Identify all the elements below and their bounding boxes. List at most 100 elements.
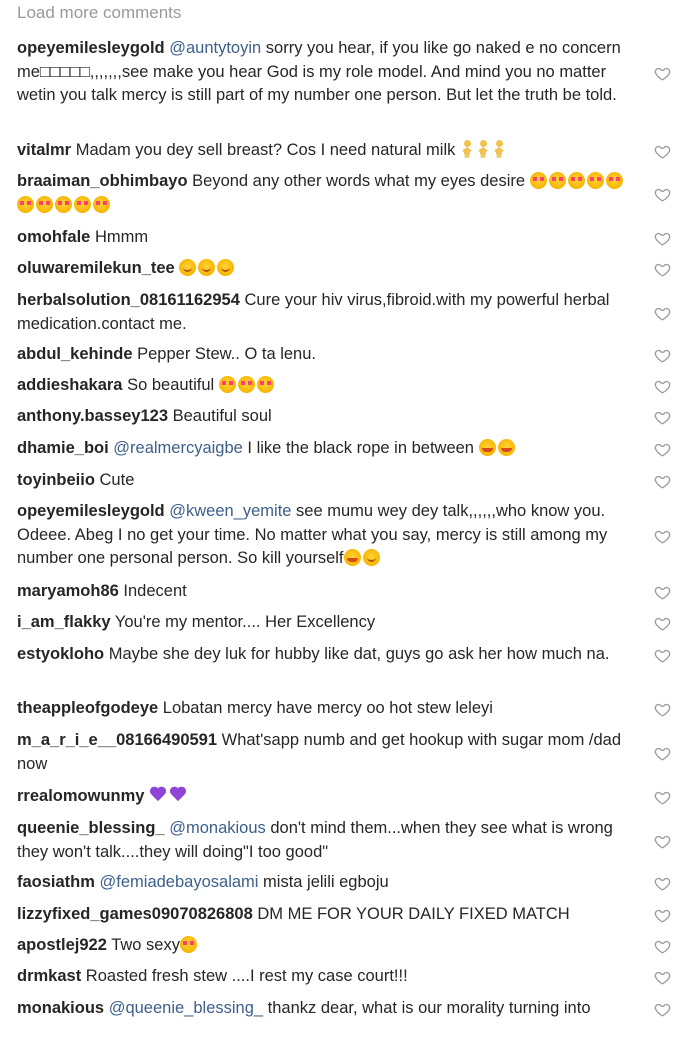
- comment-row: anthony.bassey123 Beautiful soul: [17, 405, 635, 429]
- comment-username[interactable]: dhamie_boi: [17, 439, 109, 457]
- comment-row: queenie_blessing_ @monakious don't mind …: [17, 817, 635, 864]
- comment-row: vitalmr Madam you dey sell breast? Cos I…: [17, 139, 635, 163]
- grin-emoji-icon: [343, 549, 361, 566]
- comment-username[interactable]: rrealomowunmy: [17, 787, 144, 805]
- purple-heart-emoji-icon: [149, 787, 167, 803]
- comment-mention[interactable]: @monakious: [169, 819, 266, 837]
- comment-mention[interactable]: @femiadebayosalami: [100, 873, 259, 891]
- comment-text: Cute: [99, 471, 135, 489]
- like-heart-icon[interactable]: [654, 305, 671, 322]
- comment-username[interactable]: lizzyfixed_games09070826808: [17, 905, 253, 923]
- comment-row: opeyemilesleygold @auntytoyin sorry you …: [17, 37, 635, 108]
- comment-row: omohfale Hmmm: [17, 226, 635, 250]
- heart-eyes-emoji-icon: [74, 195, 91, 213]
- comment-text: Madam you dey sell breast? Cos I need na…: [75, 141, 460, 159]
- person-emoji-icon: [476, 140, 490, 159]
- comment-username[interactable]: opeyemilesleygold: [17, 39, 165, 57]
- comment-username[interactable]: abdul_kehinde: [17, 345, 133, 363]
- comment-username[interactable]: anthony.bassey123: [17, 407, 168, 425]
- comment-text: So beautiful: [127, 376, 219, 394]
- like-heart-icon[interactable]: [654, 441, 671, 458]
- like-heart-icon[interactable]: [654, 745, 671, 762]
- comment-row: abdul_kehinde Pepper Stew.. O ta lenu.: [17, 343, 635, 367]
- heart-eyes-emoji-icon: [93, 195, 110, 213]
- comment-row: oluwaremilekun_tee: [17, 257, 635, 281]
- comment-text: thankz dear, what is our morality turnin…: [263, 999, 591, 1017]
- like-heart-icon[interactable]: [654, 347, 671, 364]
- comment-text: Indecent: [123, 582, 187, 600]
- comment-row: i_am_flakky You're my mentor.... Her Exc…: [17, 611, 635, 635]
- comment-text: Beyond any other words what my eyes desi…: [192, 172, 530, 190]
- comment-username[interactable]: omohfale: [17, 228, 90, 246]
- comment-username[interactable]: monakious: [17, 999, 104, 1017]
- smile-emoji-icon: [217, 259, 235, 276]
- smile-emoji-icon: [362, 549, 380, 566]
- comment-row: dhamie_boi @realmercyaigbe I like the bl…: [17, 437, 635, 461]
- comment-row: opeyemilesleygold @kween_yemite see mumu…: [17, 500, 635, 571]
- comment-username[interactable]: estyokloho: [17, 645, 104, 663]
- like-heart-icon[interactable]: [654, 938, 671, 955]
- comment-text: Beautiful soul: [172, 407, 272, 425]
- like-heart-icon[interactable]: [654, 647, 671, 664]
- like-heart-icon[interactable]: [654, 409, 671, 426]
- like-heart-icon[interactable]: [654, 65, 671, 82]
- smile-emoji-icon: [179, 259, 197, 276]
- comment-username[interactable]: herbalsolution_08161162954: [17, 291, 240, 309]
- like-heart-icon[interactable]: [654, 584, 671, 601]
- heart-eyes-emoji-icon: [237, 376, 255, 393]
- purple-heart-emoji-icon: [169, 787, 187, 803]
- comment-mention[interactable]: @auntytoyin: [169, 39, 261, 57]
- comment-username[interactable]: i_am_flakky: [17, 613, 111, 631]
- like-heart-icon[interactable]: [654, 789, 671, 806]
- like-heart-icon[interactable]: [654, 1001, 671, 1018]
- like-heart-icon[interactable]: [654, 701, 671, 718]
- like-heart-icon[interactable]: [654, 186, 671, 203]
- comment-text: Lobatan mercy have mercy oo hot stew lel…: [162, 699, 493, 717]
- comment-username[interactable]: braaiman_obhimbayo: [17, 172, 188, 190]
- comment-text: DM ME FOR YOUR DAILY FIXED MATCH: [257, 905, 570, 923]
- comment-row: lizzyfixed_games09070826808 DM ME FOR YO…: [17, 903, 635, 927]
- like-heart-icon[interactable]: [654, 969, 671, 986]
- comment-text: Hmmm: [94, 228, 149, 246]
- comment-username[interactable]: maryamoh86: [17, 582, 119, 600]
- comment-username[interactable]: queenie_blessing_: [17, 819, 165, 837]
- like-heart-icon[interactable]: [654, 615, 671, 632]
- comment-row: monakious @queenie_blessing_ thankz dear…: [17, 997, 635, 1021]
- comment-username[interactable]: theappleofgodeye: [17, 699, 158, 717]
- like-heart-icon[interactable]: [654, 143, 671, 160]
- comment-username[interactable]: toyinbeiio: [17, 471, 95, 489]
- load-more-comments-link[interactable]: Load more comments: [17, 3, 181, 23]
- comment-username[interactable]: addieshakara: [17, 376, 122, 394]
- comment-text: Maybe she dey luk for hubby like dat, gu…: [108, 645, 610, 663]
- comment-row: drmkast Roasted fresh stew ....I rest my…: [17, 965, 635, 989]
- heart-eyes-emoji-icon: [586, 172, 604, 189]
- comment-mention[interactable]: @kween_yemite: [169, 502, 291, 520]
- comment-username[interactable]: vitalmr: [17, 141, 71, 159]
- comment-row: estyokloho Maybe she dey luk for hubby l…: [17, 643, 635, 667]
- comment-row: faosiathm @femiadebayosalami mista jelil…: [17, 871, 635, 895]
- like-heart-icon[interactable]: [654, 378, 671, 395]
- comment-text: Pepper Stew.. O ta lenu.: [137, 345, 316, 363]
- like-heart-icon[interactable]: [654, 907, 671, 924]
- comment-username[interactable]: drmkast: [17, 967, 81, 985]
- comment-username[interactable]: oluwaremilekun_tee: [17, 259, 175, 277]
- comment-mention[interactable]: @realmercyaigbe: [113, 439, 243, 457]
- heart-eyes-emoji-icon: [529, 172, 547, 189]
- like-heart-icon[interactable]: [654, 875, 671, 892]
- comment-username[interactable]: m_a_r_i_e__08166490591: [17, 731, 217, 749]
- heart-eyes-emoji-icon: [17, 195, 34, 213]
- comment-row: theappleofgodeye Lobatan mercy have merc…: [17, 697, 635, 721]
- comment-username[interactable]: apostlej922: [17, 936, 107, 954]
- comment-username[interactable]: faosiathm: [17, 873, 95, 891]
- heart-eyes-emoji-icon: [218, 376, 236, 393]
- comment-username[interactable]: opeyemilesleygold: [17, 502, 165, 520]
- like-heart-icon[interactable]: [654, 473, 671, 490]
- like-heart-icon[interactable]: [654, 230, 671, 247]
- heart-eyes-emoji-icon: [567, 172, 585, 189]
- like-heart-icon[interactable]: [654, 261, 671, 278]
- comment-text: mista jelili egboju: [258, 873, 389, 891]
- like-heart-icon[interactable]: [654, 528, 671, 545]
- like-heart-icon[interactable]: [654, 833, 671, 850]
- grin-emoji-icon: [478, 439, 496, 456]
- comment-mention[interactable]: @queenie_blessing_: [109, 999, 263, 1017]
